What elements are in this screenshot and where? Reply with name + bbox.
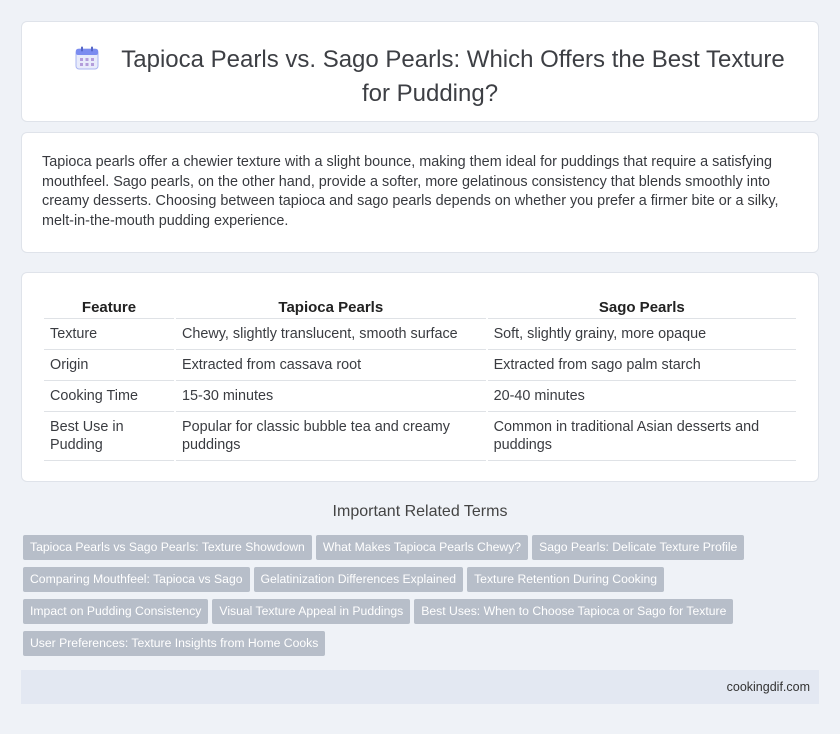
title-text: Tapioca Pearls vs. Sago Pearls: Which Of…	[121, 46, 785, 107]
related-term-tag[interactable]: Texture Retention During Cooking	[467, 567, 665, 592]
table-cell: 20-40 minutes	[487, 381, 796, 412]
comparison-table: Feature Tapioca Pearls Sago Pearls Textu…	[42, 295, 798, 461]
table-row: Best Use in Pudding Popular for classic …	[44, 412, 796, 461]
related-term-tag[interactable]: Gelatinization Differences Explained	[253, 567, 464, 592]
related-term-tag[interactable]: User Preferences: Texture Insights from …	[23, 631, 326, 656]
page-title: Tapioca Pearls vs. Sago Pearls: Which Of…	[62, 44, 798, 109]
related-term-tag[interactable]: Best Uses: When to Choose Tapioca or Sag…	[414, 599, 734, 624]
table-row: Cooking Time 15-30 minutes 20-40 minutes	[44, 381, 796, 412]
related-term-tag[interactable]: Tapioca Pearls vs Sago Pearls: Texture S…	[23, 535, 312, 560]
site-name[interactable]: cookingdif.com	[727, 680, 810, 694]
related-term-tag[interactable]: Visual Texture Appeal in Puddings	[212, 599, 411, 624]
footer-bar: cookingdif.com	[21, 670, 819, 704]
calendar-icon	[75, 46, 99, 78]
table-cell: Best Use in Pudding	[44, 412, 175, 461]
table-cell: Origin	[44, 350, 175, 381]
comparison-card: Feature Tapioca Pearls Sago Pearls Textu…	[21, 272, 819, 482]
table-cell: Extracted from sago palm starch	[487, 350, 796, 381]
column-header: Sago Pearls	[487, 295, 796, 319]
column-header: Tapioca Pearls	[176, 295, 486, 319]
table-cell: Soft, slightly grainy, more opaque	[487, 319, 796, 350]
intro-paragraph: Tapioca pearls offer a chewier texture w…	[42, 154, 779, 229]
related-term-tag[interactable]: What Makes Tapioca Pearls Chewy?	[315, 535, 529, 560]
related-term-tag[interactable]: Comparing Mouthfeel: Tapioca vs Sago	[23, 567, 250, 592]
related-term-tag[interactable]: Sago Pearls: Delicate Texture Profile	[532, 535, 745, 560]
column-header: Feature	[44, 295, 175, 319]
table-cell: 15-30 minutes	[176, 381, 486, 412]
related-terms-heading: Important Related Terms	[332, 503, 508, 520]
table-cell: Popular for classic bubble tea and cream…	[176, 412, 486, 461]
table-header-row: Feature Tapioca Pearls Sago Pearls	[44, 295, 796, 319]
table-cell: Extracted from cassava root	[176, 350, 486, 381]
table-row: Origin Extracted from cassava root Extra…	[44, 350, 796, 381]
table-cell: Common in traditional Asian desserts and…	[487, 412, 796, 461]
intro-card: Tapioca pearls offer a chewier texture w…	[21, 132, 819, 253]
table-cell: Cooking Time	[44, 381, 175, 412]
table-cell: Chewy, slightly translucent, smooth surf…	[176, 319, 486, 350]
table-cell: Texture	[44, 319, 175, 350]
related-terms-list: Tapioca Pearls vs Sago Pearls: Texture S…	[23, 535, 823, 663]
related-term-tag[interactable]: Impact on Pudding Consistency	[23, 599, 209, 624]
title-card: Tapioca Pearls vs. Sago Pearls: Which Of…	[21, 21, 819, 122]
table-row: Texture Chewy, slightly translucent, smo…	[44, 319, 796, 350]
